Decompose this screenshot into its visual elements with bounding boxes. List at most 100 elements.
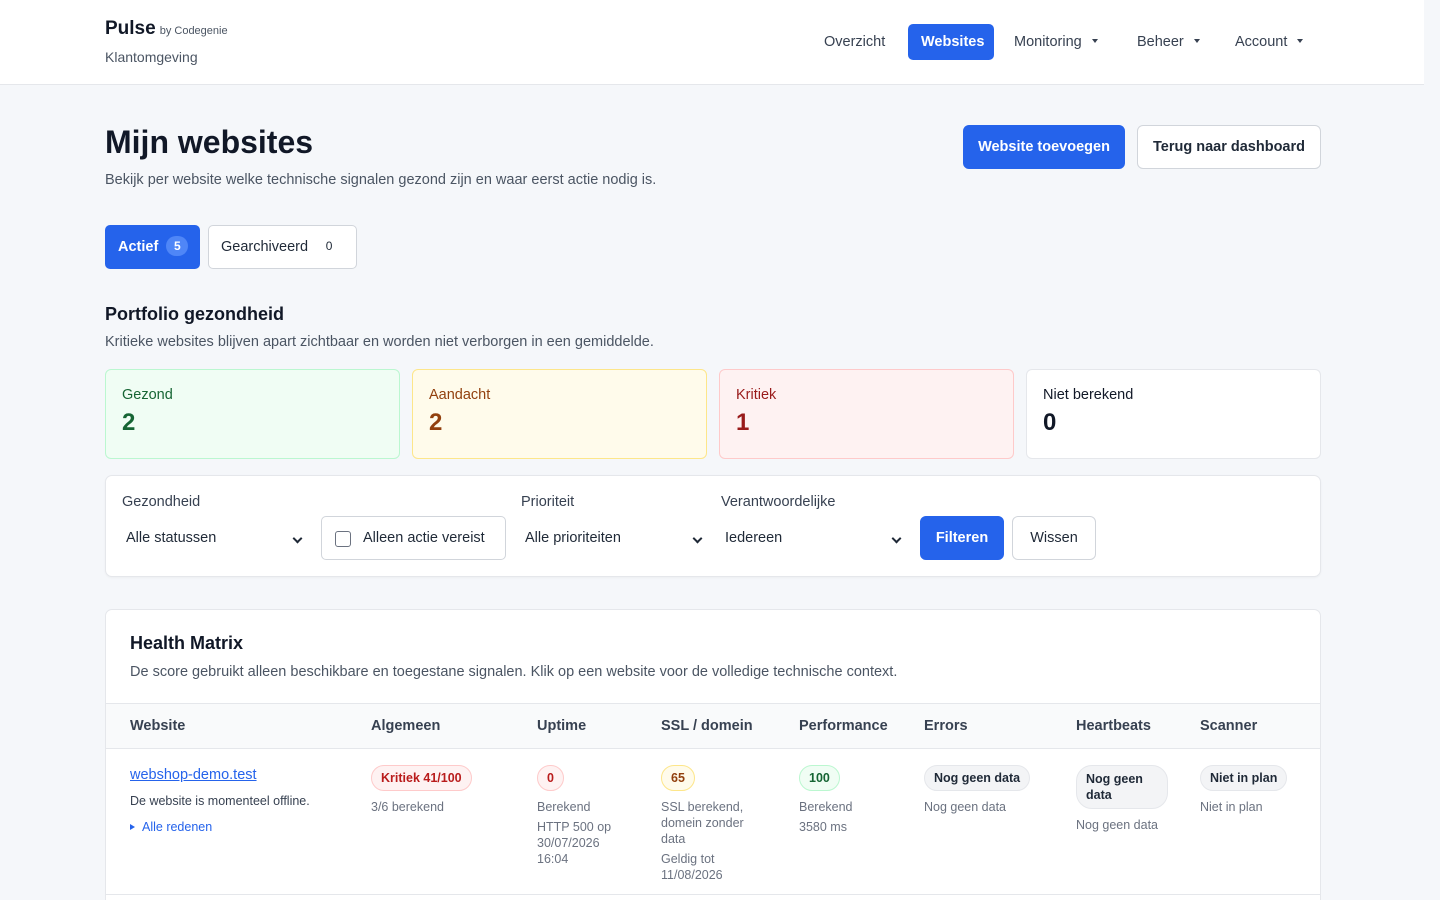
- caret-down-icon: [1193, 39, 1200, 44]
- website-cell: webshop-demo.test De website is momentee…: [130, 767, 310, 834]
- ssl-cell: 65 SSL berekend, domein zonder data Geld…: [661, 765, 744, 883]
- col-errors: Errors: [924, 718, 968, 734]
- priority-select-value: Alle prioriteiten: [525, 530, 621, 546]
- matrix-title: Health Matrix: [130, 633, 244, 653]
- back-to-dashboard-button[interactable]: Terug naar dashboard: [1137, 125, 1321, 169]
- top-navigation-bar: Pulse by Codegenie Klantomgeving Overzich…: [0, 0, 1424, 85]
- priority-select[interactable]: Alle prioriteiten: [525, 516, 705, 560]
- uptime-detail-date: 30/07/2026: [537, 836, 600, 850]
- general-score-badge: Kritiek 41/100: [371, 765, 472, 791]
- tab-active-count: 5: [166, 236, 189, 257]
- nav-websites[interactable]: Websites: [908, 24, 994, 60]
- tab-active[interactable]: Actief 5: [105, 225, 200, 269]
- owner-filter-label: Verantwoordelijke: [721, 494, 836, 510]
- nav-monitoring[interactable]: Monitoring: [1014, 24, 1098, 60]
- table-row[interactable]: webshop-demo.test De website is momentee…: [106, 749, 1320, 895]
- stat-critical: Kritiek 1: [719, 369, 1014, 459]
- heartbeats-sub: Nog geen data: [1076, 818, 1159, 832]
- col-heartbeats: Heartbeats: [1076, 718, 1151, 734]
- col-performance: Performance: [799, 718, 888, 734]
- checkbox-box[interactable]: [335, 531, 351, 547]
- stat-healthy: Gezond 2: [105, 369, 400, 459]
- nav-account[interactable]: Account: [1235, 24, 1304, 60]
- stat-attention: Aandacht 2: [412, 369, 707, 459]
- main-nav: Overzicht Websites Monitoring Beheer Acc…: [0, 24, 1424, 60]
- clear-button[interactable]: Wissen: [1012, 516, 1096, 560]
- ssl-valid-until: Geldig tot: [661, 852, 715, 866]
- tab-active-label: Actief: [118, 239, 159, 255]
- stat-healthy-label: Gezond: [122, 387, 173, 403]
- add-website-button[interactable]: Website toevoegen: [963, 125, 1125, 169]
- page-title: Mijn websites: [105, 124, 314, 160]
- owner-select[interactable]: Iedereen: [725, 516, 905, 560]
- table-header: Website Algemeen Uptime SSL / domein Per…: [106, 703, 1320, 749]
- stat-healthy-value: 2: [122, 409, 136, 436]
- health-select-value: Alle statussen: [126, 530, 217, 546]
- tab-archived-label: Gearchiveerd: [221, 239, 309, 255]
- filter-bar: Gezondheid Alle statussen Alleen actie v…: [105, 475, 1321, 577]
- col-website: Website: [130, 718, 186, 734]
- ssl-sub-2: domein zonder: [661, 816, 744, 830]
- uptime-detail-time: 16:04: [537, 852, 569, 866]
- all-reasons-toggle[interactable]: Alle redenen: [130, 820, 310, 834]
- errors-badge: Nog geen data: [924, 765, 1031, 791]
- all-reasons-label: Alle redenen: [142, 820, 213, 834]
- stat-not-calculated-label: Niet berekend: [1043, 387, 1134, 403]
- chevron-down-icon: [292, 533, 303, 544]
- scanner-sub: Niet in plan: [1200, 800, 1263, 814]
- health-matrix: Health Matrix De score gebruikt alleen b…: [105, 609, 1321, 900]
- ssl-sub-3: data: [661, 832, 686, 846]
- scanner-badge: Niet in plan: [1200, 765, 1288, 791]
- page-description: Bekijk per website welke technische sign…: [105, 172, 657, 188]
- chevron-down-icon: [891, 533, 902, 544]
- errors-cell: Nog geen data Nog geen data: [924, 765, 1031, 815]
- heartbeats-badge-line-2: data: [1086, 788, 1112, 802]
- nav-monitoring-label: Monitoring: [1014, 34, 1082, 50]
- website-status: De website is momenteel offline.: [130, 794, 310, 808]
- action-only-label: Alleen actie vereist: [363, 530, 485, 546]
- heartbeats-badge-line-1: Nog geen: [1086, 772, 1143, 786]
- stat-critical-value: 1: [736, 409, 750, 436]
- priority-filter-label: Prioriteit: [521, 494, 575, 510]
- health-filter-label: Gezondheid: [122, 494, 201, 510]
- uptime-cell: 0 Berekend HTTP 500 op 30/07/2026 16:04: [537, 765, 611, 867]
- col-scanner: Scanner: [1200, 718, 1258, 734]
- nav-beheer-label: Beheer: [1137, 34, 1184, 50]
- errors-sub: Nog geen data: [924, 800, 1007, 814]
- filter-button[interactable]: Filteren: [920, 516, 1004, 560]
- scanner-cell: Niet in plan Niet in plan: [1200, 765, 1288, 815]
- tab-archived[interactable]: Gearchiveerd 0: [208, 225, 357, 269]
- action-only-checkbox[interactable]: Alleen actie vereist: [321, 516, 506, 560]
- nav-overzicht[interactable]: Overzicht: [824, 24, 885, 60]
- ssl-score-badge: 65: [661, 765, 695, 791]
- performance-cell: 100 Berekend 3580 ms: [799, 765, 853, 835]
- heartbeats-cell: Nog geen data Nog geen data: [1076, 765, 1168, 833]
- stat-critical-label: Kritiek: [736, 387, 777, 403]
- nav-beheer[interactable]: Beheer: [1137, 24, 1200, 60]
- stat-attention-label: Aandacht: [429, 387, 491, 403]
- stat-attention-value: 2: [429, 409, 443, 436]
- owner-select-value: Iedereen: [725, 530, 783, 546]
- caret-down-icon: [1297, 39, 1304, 44]
- chevron-down-icon: [692, 533, 703, 544]
- col-general: Algemeen: [371, 718, 441, 734]
- ssl-sub: SSL berekend,: [661, 800, 744, 814]
- website-link[interactable]: webshop-demo.test: [130, 767, 310, 783]
- tab-archived-count: 0: [325, 239, 333, 254]
- health-select[interactable]: Alle statussen: [126, 516, 306, 560]
- col-uptime: Uptime: [537, 718, 587, 734]
- nav-account-label: Account: [1235, 34, 1288, 50]
- performance-score-badge: 100: [799, 765, 840, 791]
- uptime-score-badge: 0: [537, 765, 564, 791]
- general-sub: 3/6 berekend: [371, 800, 444, 814]
- triangle-right-icon: [130, 824, 135, 830]
- uptime-detail: HTTP 500 op: [537, 820, 612, 834]
- heartbeats-badge: Nog geen data: [1076, 765, 1168, 809]
- portfolio-description: Kritieke websites blijven apart zichtbaa…: [105, 334, 654, 350]
- ssl-valid-date: 11/08/2026: [661, 868, 723, 882]
- portfolio-title: Portfolio gezondheid: [105, 304, 284, 324]
- matrix-description: De score gebruikt alleen beschikbare en …: [130, 664, 898, 680]
- general-cell: Kritiek 41/100 3/6 berekend: [371, 765, 472, 815]
- performance-detail: 3580 ms: [799, 820, 847, 834]
- stat-not-calculated-value: 0: [1043, 409, 1057, 436]
